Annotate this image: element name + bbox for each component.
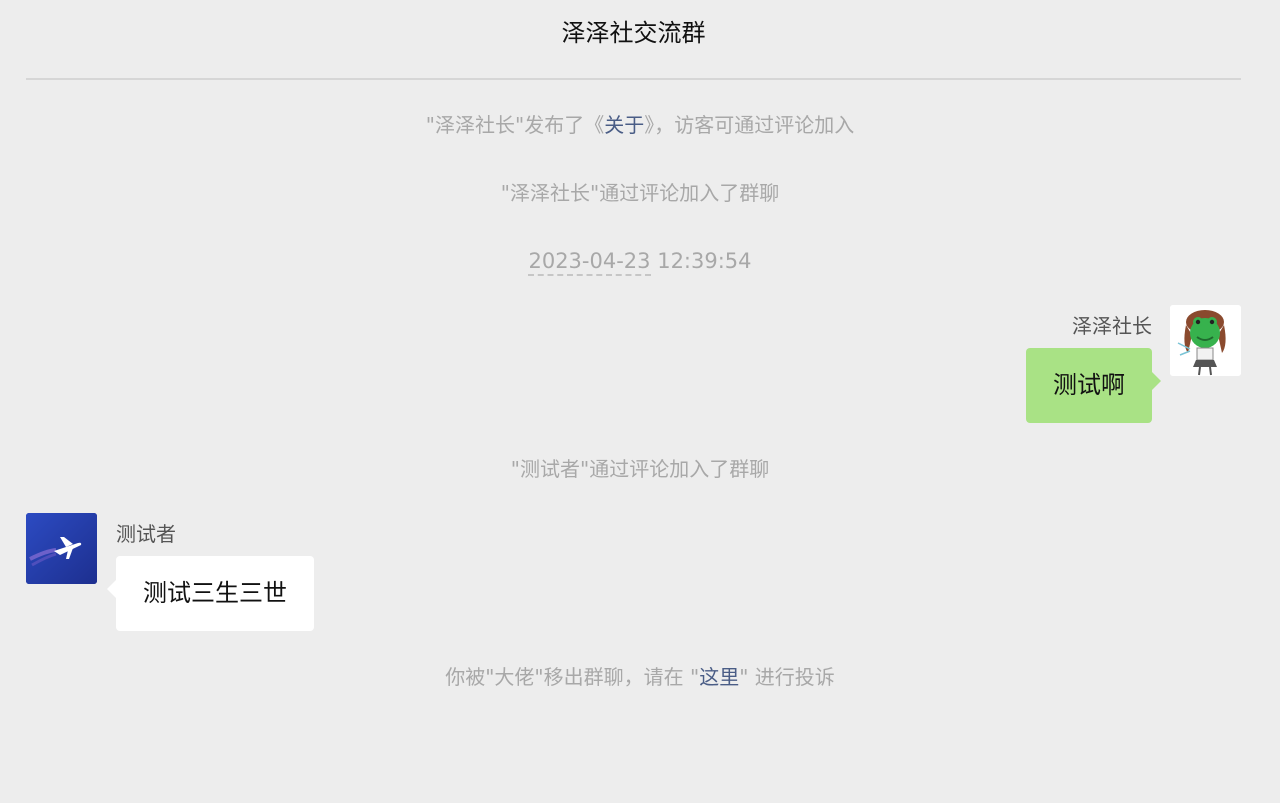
sender-name: 泽泽社长 <box>1072 314 1152 338</box>
system-text: 》，访客可通过评论加入 <box>644 113 855 137</box>
system-text: 你被"大佬"移出群聊，请在 " <box>445 665 700 689</box>
chat-title: 泽泽社交流群 <box>561 19 706 47</box>
message-bubble-other[interactable]: 测试三生三世 <box>107 556 314 631</box>
system-message-published: "泽泽社长"发布了《关于》，访客可通过评论加入 <box>0 111 1280 139</box>
system-message-joined-tester: "测试者"通过评论加入了群聊 <box>510 457 770 481</box>
system-message-kicked: 你被"大佬"移出群聊，请在 "这里" 进行投诉 <box>0 663 1280 691</box>
frog-girl-avatar-icon[interactable] <box>1170 305 1241 376</box>
system-text: "泽泽社长"发布了《 <box>425 113 605 137</box>
timestamp: 2023-04-23 12:39:54 <box>0 247 1280 276</box>
article-link[interactable]: 关于 <box>604 113 644 137</box>
system-text: " 进行投诉 <box>739 665 835 689</box>
chat-header: 泽泽社交流群 <box>26 0 1241 80</box>
timestamp-date: 2023-04-23 <box>528 249 651 276</box>
system-message-joined-host: "泽泽社长"通过评论加入了群聊 <box>500 181 780 205</box>
sender-name: 测试者 <box>116 522 176 546</box>
chat-window: 泽泽社交流群 "泽泽社长"发布了《关于》，访客可通过评论加入 "泽泽社长"通过评… <box>0 0 1280 803</box>
complaint-link[interactable]: 这里 <box>699 665 739 689</box>
airplane-avatar-icon[interactable] <box>26 513 97 584</box>
timestamp-time: 12:39:54 <box>657 249 752 273</box>
message-bubble-self[interactable]: 测试啊 <box>1026 348 1161 423</box>
